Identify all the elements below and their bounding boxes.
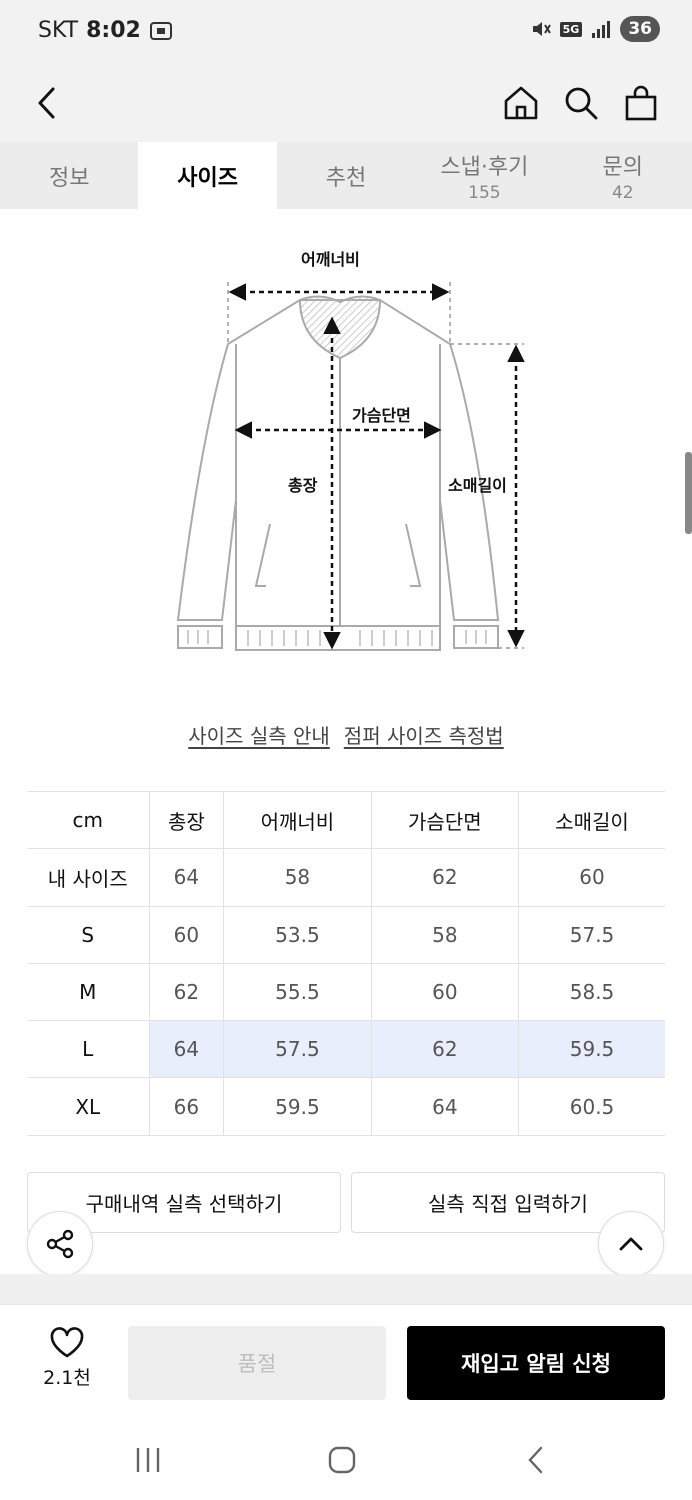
soldout-button: 품절 (128, 1326, 386, 1400)
signal-icon (592, 21, 611, 38)
value-cell: 58.5 (518, 963, 665, 1022)
back-icon (38, 87, 55, 119)
value-cell: 64 (371, 1077, 520, 1136)
mute-icon (532, 22, 551, 36)
system-navigation (0, 1420, 692, 1500)
bag-icon (625, 85, 657, 121)
clock: 8:02 (86, 18, 141, 43)
chevron-up-icon (619, 1237, 643, 1251)
size-guide-links: 사이즈 실측 안내 점퍼 사이즈 측정법 (0, 720, 692, 749)
status-left: SKT 8:02 (38, 18, 173, 43)
tab-size[interactable]: 사이즈 (138, 142, 277, 209)
tab-label: 스냅·후기 (440, 154, 529, 180)
jacket-illustration (176, 282, 525, 651)
header-cell: 총장 (149, 790, 225, 850)
section-divider (0, 1274, 692, 1304)
status-bar: SKT 8:02 5G 36 (0, 0, 692, 64)
measure-guide-link[interactable]: 사이즈 실측 안내 (188, 720, 330, 749)
cart-button[interactable] (616, 78, 666, 128)
tab-label: 추천 (325, 165, 367, 191)
home-icon (504, 86, 538, 120)
search-button[interactable] (556, 78, 606, 128)
carrier: SKT (38, 18, 79, 43)
recent-apps-button[interactable] (128, 1440, 168, 1480)
battery-indicator: 36 (620, 16, 660, 42)
tab-label: 정보 (48, 165, 90, 191)
scroll-top-button[interactable] (598, 1211, 664, 1277)
value-cell: 60.5 (518, 1077, 665, 1136)
table-row: XL 66 59.5 64 60.5 (27, 1077, 665, 1136)
value-cell: 55.5 (223, 963, 372, 1022)
network-label: 5G (559, 21, 583, 37)
tab-label: 문의 (602, 154, 643, 180)
share-icon (46, 1229, 74, 1259)
tab-info[interactable]: 정보 (0, 142, 138, 209)
share-button[interactable] (27, 1211, 93, 1277)
back-button[interactable] (22, 78, 72, 128)
header-cell: 소매길이 (518, 790, 665, 850)
value-cell: 59.5 (518, 1020, 665, 1079)
value-cell: 53.5 (223, 906, 372, 964)
like-count: 2.1천 (43, 1367, 91, 1389)
purchase-bar: 2.1천 품절 재입고 알림 신청 (0, 1304, 692, 1420)
value-cell: 57.5 (518, 906, 665, 964)
value-cell: 59.5 (223, 1077, 372, 1136)
home-system-button[interactable] (322, 1440, 362, 1480)
top-navigation (0, 64, 692, 142)
label-shoulder: 어깨너비 (301, 250, 360, 269)
back-system-button[interactable] (516, 1440, 556, 1480)
value-cell: 62 (371, 1020, 520, 1079)
tab-inquiry[interactable]: 문의 42 (554, 142, 692, 209)
like-button[interactable]: 2.1천 (30, 1327, 104, 1390)
table-header-row: cm 총장 어깨너비 가슴단면 소매길이 (27, 790, 665, 850)
table-row: S 60 53.5 58 57.5 (27, 906, 665, 964)
search-icon (565, 87, 598, 120)
status-right: 5G 36 (530, 16, 660, 42)
jumper-guide-link[interactable]: 점퍼 사이즈 측정법 (344, 720, 504, 749)
value-cell: 62 (371, 848, 520, 907)
size-cell: XL (27, 1077, 150, 1136)
back-chevron-icon (528, 1446, 543, 1474)
value-cell: 60 (518, 848, 665, 907)
value-cell: 58 (371, 906, 520, 964)
table-row: M 62 55.5 60 58.5 (27, 963, 665, 1022)
label-chest: 가슴단면 (352, 406, 411, 425)
value-cell: 60 (371, 963, 520, 1022)
tab-count: 42 (611, 182, 634, 203)
size-table: cm 총장 어깨너비 가슴단면 소매길이 내 사이즈 64 58 62 60 S… (27, 790, 665, 1136)
label-sleeve: 소매길이 (448, 476, 507, 495)
tab-label: 사이즈 (177, 165, 238, 191)
value-cell: 62 (149, 963, 225, 1022)
header-cell: 가슴단면 (371, 790, 520, 850)
value-cell: 64 (149, 1020, 225, 1079)
header-cell: cm (27, 790, 150, 850)
tab-recommend[interactable]: 추천 (277, 142, 415, 209)
heart-icon (50, 1327, 84, 1358)
size-cell: 내 사이즈 (27, 848, 150, 907)
scrollbar-thumb[interactable] (685, 452, 692, 534)
home-button[interactable] (496, 78, 546, 128)
table-row: 내 사이즈 64 58 62 60 (27, 848, 665, 907)
size-cell: L (27, 1020, 150, 1079)
value-cell: 66 (149, 1077, 225, 1136)
size-cell: S (27, 906, 150, 964)
product-tabs: 정보 사이즈 추천 스냅·후기 155 문의 42 (0, 142, 692, 209)
restock-alert-button[interactable]: 재입고 알림 신청 (407, 1326, 665, 1400)
value-cell: 60 (149, 906, 225, 964)
size-diagram: 어깨너비 가슴단면 총장 소매길이 (170, 240, 530, 670)
home-circle-icon (328, 1446, 356, 1474)
header-cell: 어깨너비 (223, 790, 372, 850)
screenshot-icon (149, 21, 172, 40)
value-cell: 58 (223, 848, 372, 907)
table-row-highlighted: L 64 57.5 62 59.5 (27, 1020, 665, 1079)
size-cell: M (27, 963, 150, 1022)
tab-count: 155 (468, 182, 501, 203)
recent-apps-icon (136, 1448, 160, 1472)
label-length: 총장 (288, 476, 318, 495)
tab-snap-review[interactable]: 스냅·후기 155 (415, 142, 553, 209)
value-cell: 64 (149, 848, 225, 907)
value-cell: 57.5 (223, 1020, 372, 1079)
